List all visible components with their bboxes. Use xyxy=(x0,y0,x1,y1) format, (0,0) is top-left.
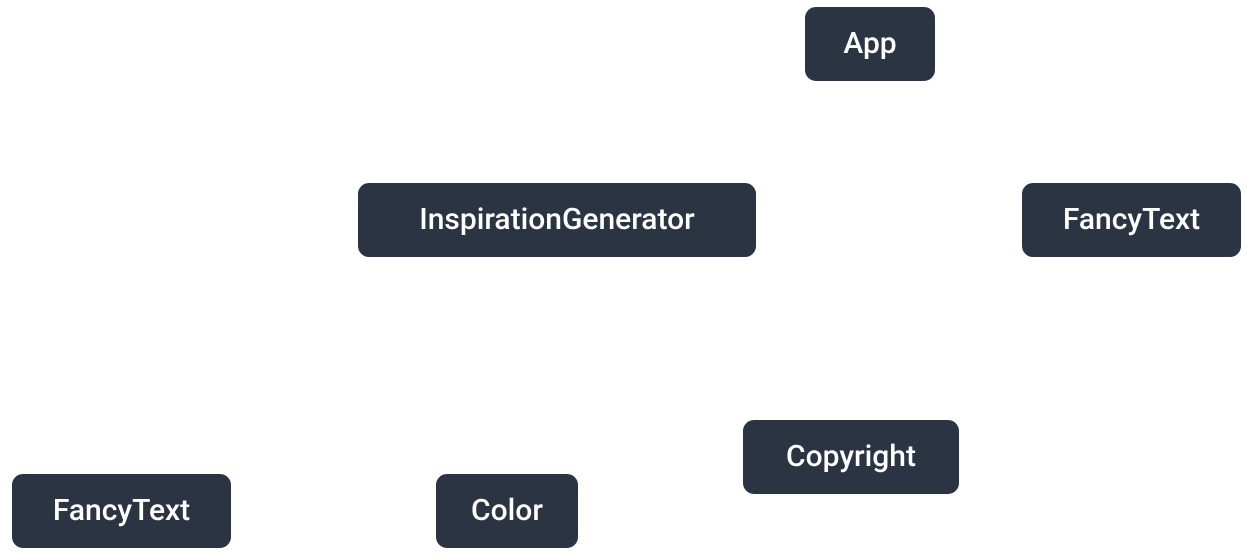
node-label: Color xyxy=(471,496,543,526)
node-label: FancyText xyxy=(1063,205,1200,235)
node-fancytext-right: FancyText xyxy=(1019,180,1244,260)
edge-label-inspgen-copyright: renders xyxy=(770,332,852,360)
node-label: FancyText xyxy=(53,496,190,526)
node-label: App xyxy=(843,29,896,59)
node-color: Color xyxy=(433,471,581,551)
edge-label-app-fancytext: renders xyxy=(970,110,1052,138)
edge-label-app-inspgen: renders xyxy=(672,110,754,138)
node-app: App xyxy=(802,4,938,84)
edge-label-inspgen-fancytext: renders? xyxy=(195,336,288,364)
node-label: Copyright xyxy=(786,442,916,472)
edge-label-inspgen-color: renders? xyxy=(402,336,495,364)
node-inspiration-generator: InspirationGenerator xyxy=(355,180,759,260)
node-fancytext-left: FancyText xyxy=(9,471,234,551)
node-label: InspirationGenerator xyxy=(419,205,695,235)
node-copyright: Copyright xyxy=(740,417,962,497)
component-tree-diagram: App InspirationGenerator FancyText Fancy… xyxy=(0,0,1257,560)
